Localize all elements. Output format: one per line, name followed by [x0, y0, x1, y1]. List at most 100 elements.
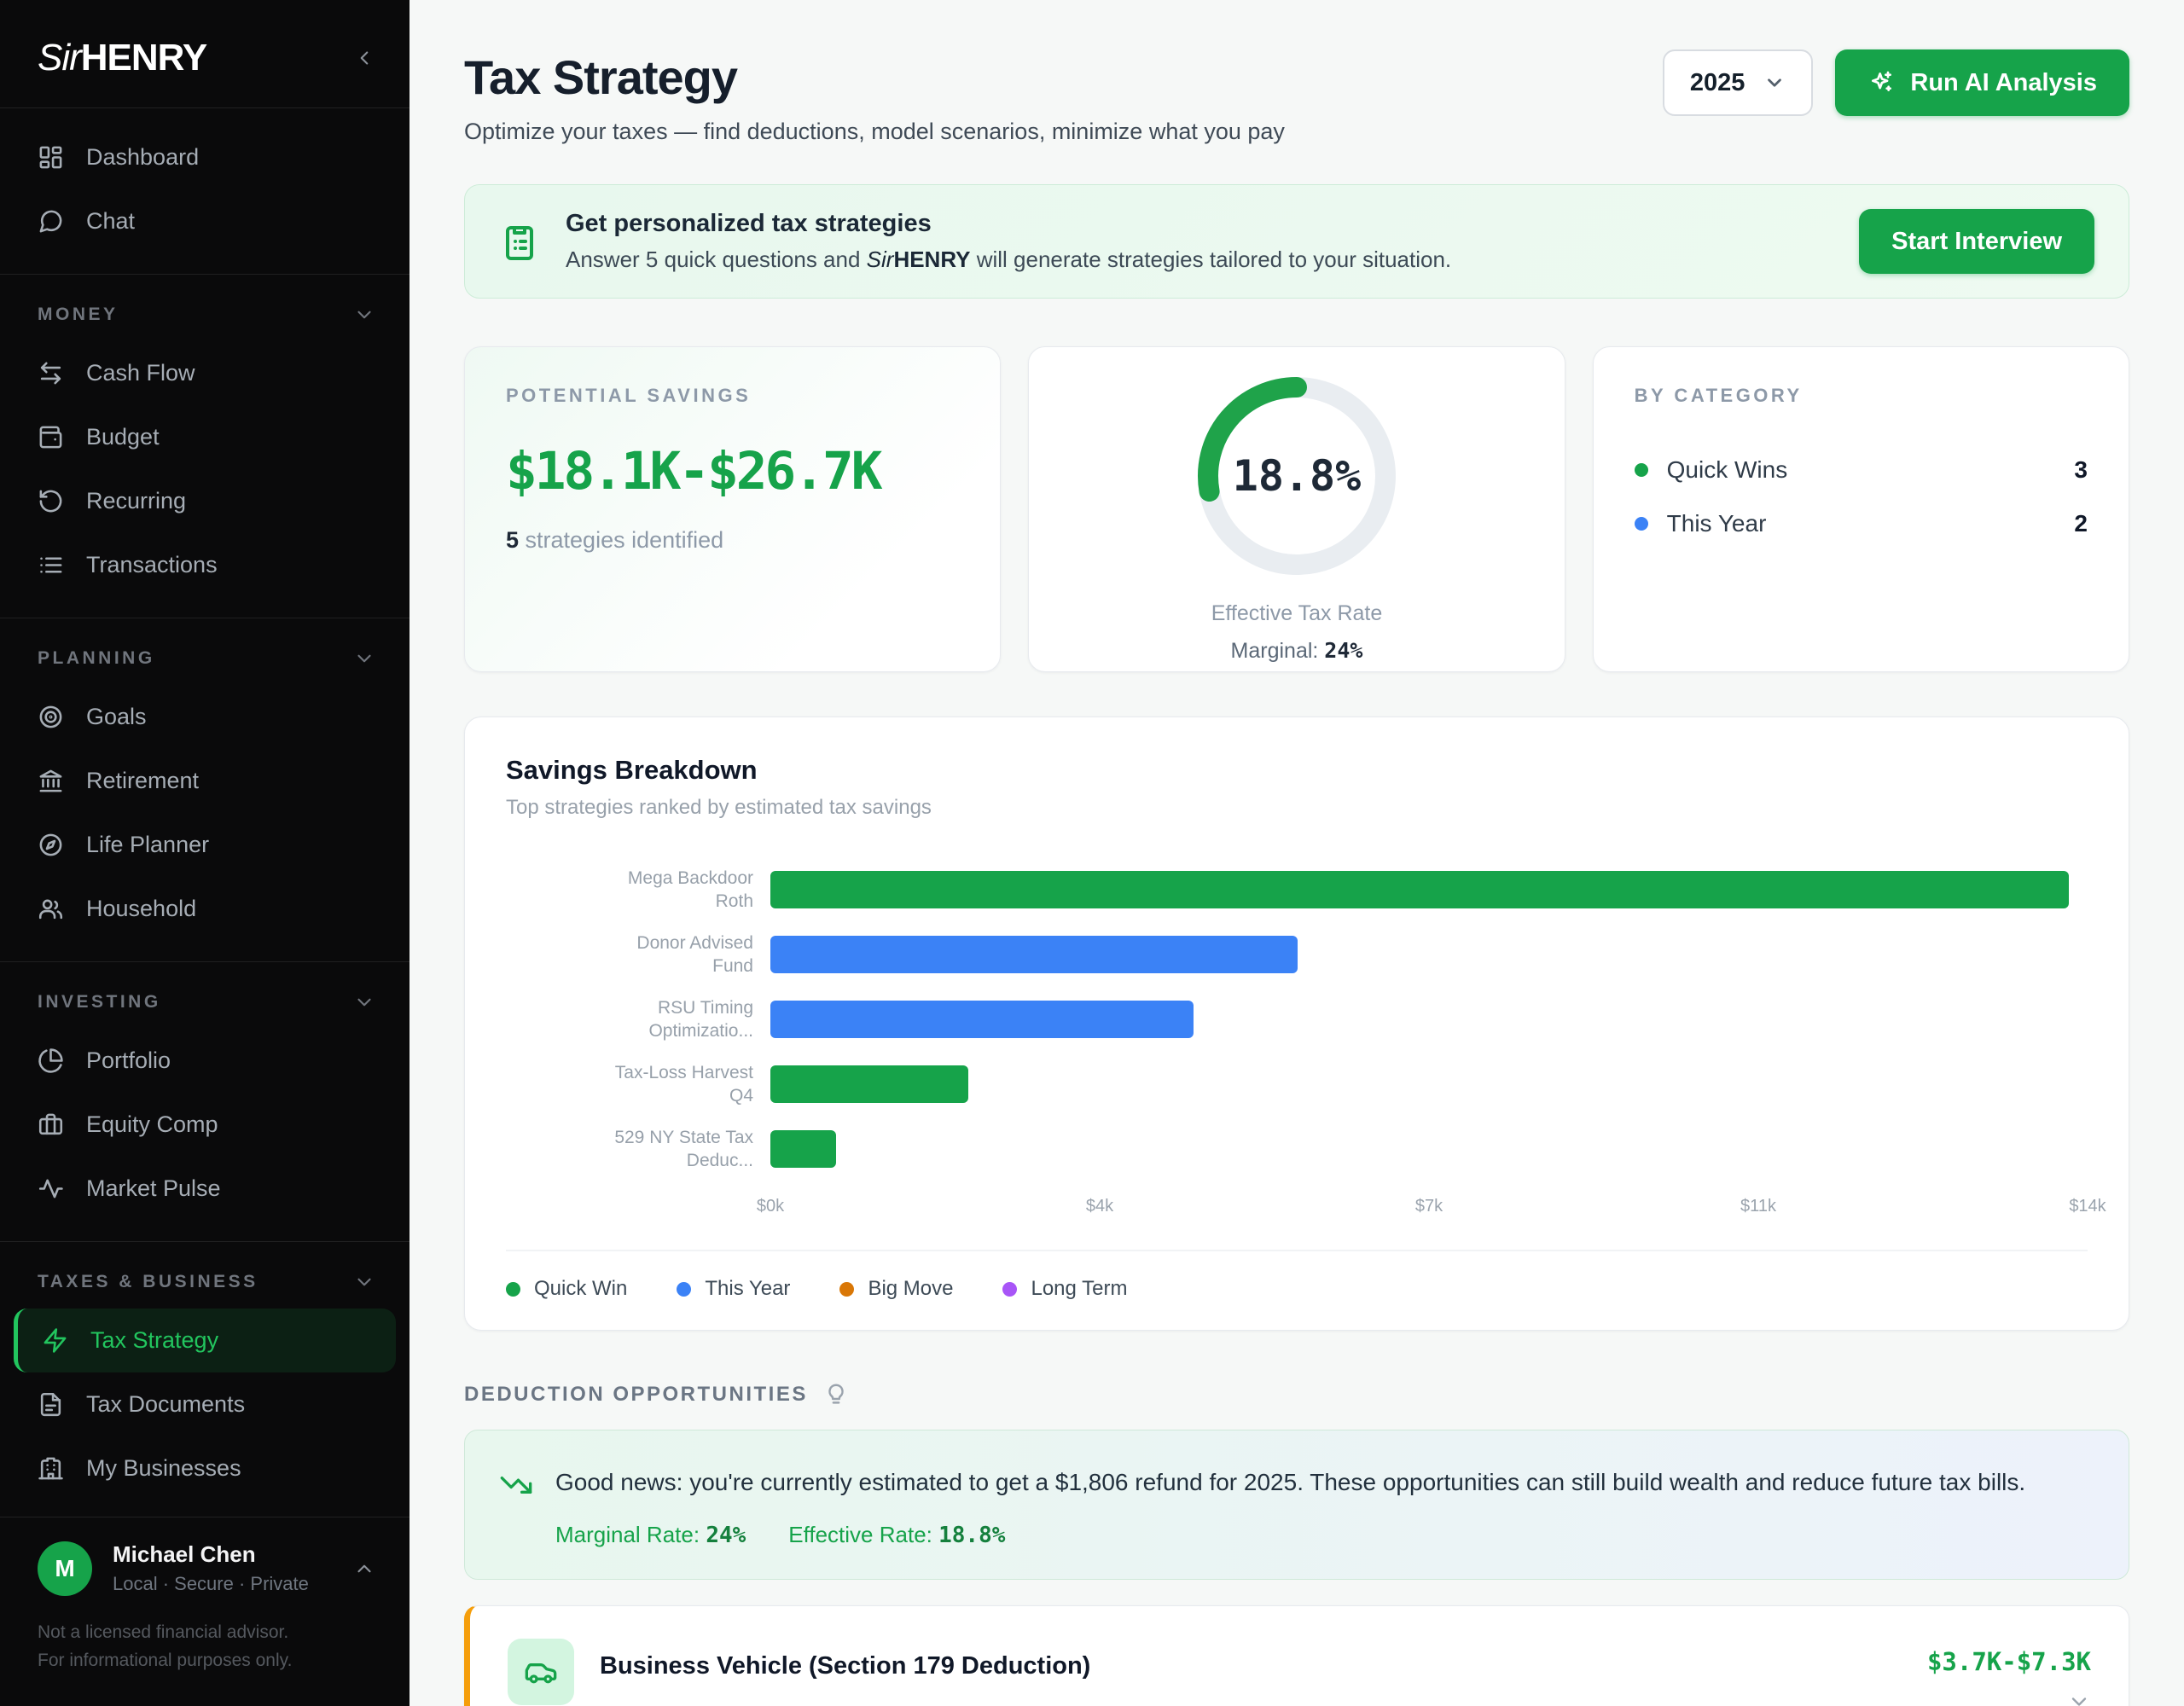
effective-rate-label: Effective Rate: — [788, 1522, 938, 1547]
logo-name: HENRY — [81, 37, 206, 78]
sidebar-item-household[interactable]: Household — [0, 877, 410, 941]
marginal-value: 24% — [1324, 638, 1362, 663]
axis-tick: $14k — [2069, 1197, 2106, 1216]
sidebar-item-tax-strategy[interactable]: Tax Strategy — [14, 1309, 396, 1372]
tax-rate-donut: 18.8% — [1185, 364, 1409, 588]
users-icon — [38, 896, 64, 922]
legend-dot — [677, 1282, 691, 1297]
sidebar-item-dashboard[interactable]: Dashboard — [0, 125, 410, 189]
zap-icon — [42, 1327, 68, 1354]
page-subtitle: Optimize your taxes — find deductions, m… — [464, 119, 1285, 145]
sidebar-section-planning[interactable]: PLANNING — [0, 632, 410, 685]
sidebar-item-label: Budget — [86, 424, 160, 450]
sidebar-item-budget[interactable]: Budget — [0, 405, 410, 469]
chevron-down-icon — [353, 304, 375, 326]
chart-subtitle: Top strategies ranked by estimated tax s… — [506, 796, 2088, 820]
effective-rate-value: 18.8% — [938, 1523, 1005, 1548]
bar-label: Tax-Loss Harvest Q4 — [506, 1061, 753, 1108]
strategies-count-suffix: strategies identified — [519, 527, 723, 553]
target-icon — [38, 704, 64, 730]
user-menu[interactable]: M Michael Chen Local · Secure · Private — [0, 1517, 410, 1604]
chevron-left-icon — [353, 47, 375, 69]
bar-3 — [770, 1065, 968, 1103]
year-select-value: 2025 — [1690, 69, 1745, 97]
sidebar-item-label: Household — [86, 896, 196, 922]
marginal-rate-inline: Marginal Rate: 24% — [555, 1522, 746, 1548]
divider — [0, 274, 410, 275]
chevron-down-icon[interactable] — [2067, 1690, 2091, 1706]
sidebar-item-transactions[interactable]: Transactions — [0, 533, 410, 597]
sidebar-item-label: Market Pulse — [86, 1175, 221, 1202]
tax-rate-card: 18.8% Effective Tax Rate Marginal: 24% — [1028, 346, 1565, 672]
sidebar-item-label: Dashboard — [86, 144, 199, 171]
sidebar-item-label: Cash Flow — [86, 360, 195, 386]
sidebar-section-taxes-business[interactable]: TAXES & BUSINESS — [0, 1256, 410, 1309]
axis-tick: $11k — [1740, 1197, 1776, 1216]
sidebar-item-recurring[interactable]: Recurring — [0, 469, 410, 533]
chart-legend: Quick WinThis YearBig MoveLong Term — [506, 1250, 2088, 1301]
sidebar-item-portfolio[interactable]: Portfolio — [0, 1029, 410, 1093]
stat-cards: POTENTIAL SAVINGS $18.1K-$26.7K 5 strate… — [464, 346, 2129, 672]
page-header: Tax Strategy Optimize your taxes — find … — [464, 49, 2129, 145]
disclaimer-line: Not a licensed financial advisor. — [38, 1618, 372, 1647]
sidebar-item-equity-comp[interactable]: Equity Comp — [0, 1093, 410, 1157]
dashboard-icon — [38, 144, 64, 171]
app-logo: SirHENRY — [38, 37, 206, 79]
sidebar-section-money[interactable]: MONEY — [0, 288, 410, 341]
sidebar-item-goals[interactable]: Goals — [0, 685, 410, 749]
trending-down-icon — [499, 1468, 533, 1548]
briefcase-icon — [38, 1111, 64, 1138]
sidebar-item-chat[interactable]: Chat — [0, 189, 410, 253]
sidebar-item-cash-flow[interactable]: Cash Flow — [0, 341, 410, 405]
banner-text: Get personalized tax strategies Answer 5… — [566, 210, 1451, 273]
marginal-label: Marginal: — [1231, 639, 1325, 663]
page-title: Tax Strategy — [464, 49, 1285, 105]
category-name: This Year — [1667, 510, 1767, 537]
sidebar-item-market-pulse[interactable]: Market Pulse — [0, 1157, 410, 1221]
sidebar-item-my-businesses[interactable]: My Businesses — [0, 1436, 410, 1500]
chart-row: Mega Backdoor Roth — [506, 857, 2088, 922]
chevron-down-icon — [353, 991, 375, 1013]
sidebar-item-life-planner[interactable]: Life Planner — [0, 813, 410, 877]
sidebar-item-retirement[interactable]: Retirement — [0, 749, 410, 813]
sidebar-item-label: Portfolio — [86, 1047, 171, 1074]
year-select[interactable]: 2025 — [1663, 49, 1814, 116]
by-category-card: BY CATEGORY Quick Wins3This Year2 — [1593, 346, 2129, 672]
marginal-rate: Marginal: 24% — [1231, 638, 1363, 664]
sidebar-section-investing[interactable]: INVESTING — [0, 976, 410, 1029]
sparkles-icon — [1867, 69, 1895, 96]
category-rows: Quick Wins3This Year2 — [1635, 443, 2088, 550]
bar-label: 529 NY State Tax Deduc... — [506, 1126, 753, 1173]
potential-savings-card: POTENTIAL SAVINGS $18.1K-$26.7K 5 strate… — [464, 346, 1001, 672]
chevron-up-icon — [353, 1558, 375, 1580]
file-text-icon — [38, 1391, 64, 1418]
bar-label: Donor Advised Fund — [506, 931, 753, 978]
legend-item-long_term: Long Term — [1002, 1277, 1127, 1301]
deduction-section-title: DEDUCTION OPPORTUNITIES — [464, 1383, 808, 1407]
sidebar: SirHENRY Dashboard Chat MONEY Cash Flow … — [0, 0, 410, 1706]
deduction-item-business-vehicle[interactable]: Business Vehicle (Section 179 Deduction)… — [464, 1605, 2129, 1706]
list-icon — [38, 552, 64, 578]
strategies-count: 5 strategies identified — [506, 527, 959, 554]
sidebar-collapse-button[interactable] — [353, 47, 375, 69]
divider — [0, 961, 410, 962]
user-status: Local · Secure · Private — [113, 1573, 309, 1595]
deduction-opportunities-header: DEDUCTION OPPORTUNITIES — [464, 1382, 2129, 1407]
start-interview-button[interactable]: Start Interview — [1859, 209, 2094, 274]
refund-summary-content: Good news: you're currently estimated to… — [555, 1461, 2025, 1548]
bar-label: RSU Timing Optimizatio... — [506, 996, 753, 1043]
banner-brand-name: HENRY — [893, 247, 970, 272]
legend-dot — [506, 1282, 520, 1297]
chart-title: Savings Breakdown — [506, 755, 2088, 786]
legend-dot — [1002, 1282, 1017, 1297]
arrows-left-right-icon — [38, 360, 64, 386]
run-button-label: Run AI Analysis — [1910, 69, 2097, 97]
category-name: Quick Wins — [1667, 456, 1788, 484]
run-ai-analysis-button[interactable]: Run AI Analysis — [1835, 49, 2129, 116]
sidebar-item-label: Tax Documents — [86, 1391, 245, 1418]
wallet-icon — [38, 424, 64, 450]
sidebar-item-tax-documents[interactable]: Tax Documents — [0, 1372, 410, 1436]
disclaimer-line: For informational purposes only. — [38, 1646, 372, 1675]
avatar: M — [38, 1541, 92, 1596]
chart-row: RSU Timing Optimizatio... — [506, 987, 2088, 1052]
